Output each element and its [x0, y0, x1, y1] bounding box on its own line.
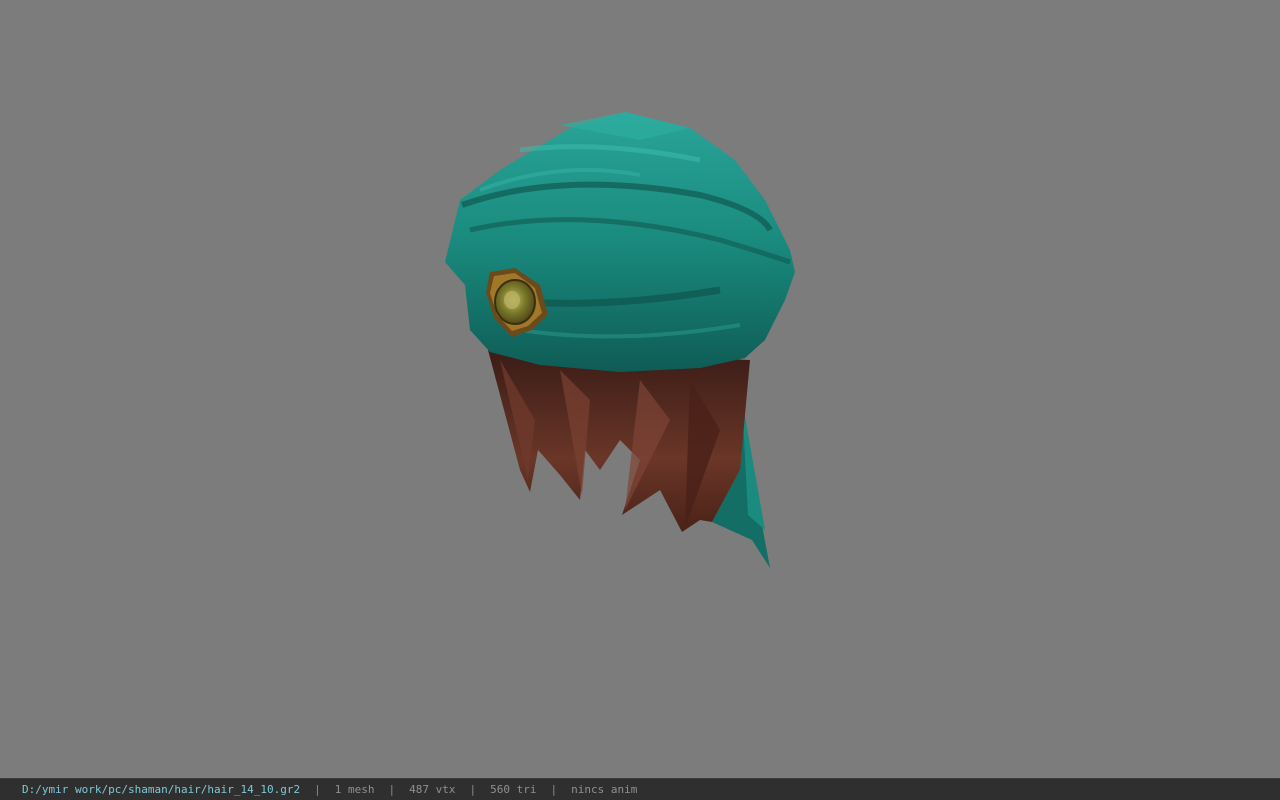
vertex-count: 487 vtx — [409, 783, 456, 796]
separator: | — [314, 783, 321, 796]
status-bar: D:/ymir work/pc/shaman/hair/hair_14_10.g… — [0, 778, 1280, 800]
model-path: D:/ymir work/pc/shaman/hair/hair_14_10.g… — [22, 783, 301, 796]
3d-viewport[interactable] — [0, 0, 1280, 778]
animation-status: nincs anim — [571, 783, 638, 796]
separator: | — [469, 783, 477, 796]
triangle-count: 560 tri — [490, 783, 537, 796]
hair-model-render — [445, 112, 795, 568]
mesh-count: 1 mesh — [334, 783, 375, 796]
separator: | — [388, 783, 396, 796]
separator: | — [550, 783, 558, 796]
